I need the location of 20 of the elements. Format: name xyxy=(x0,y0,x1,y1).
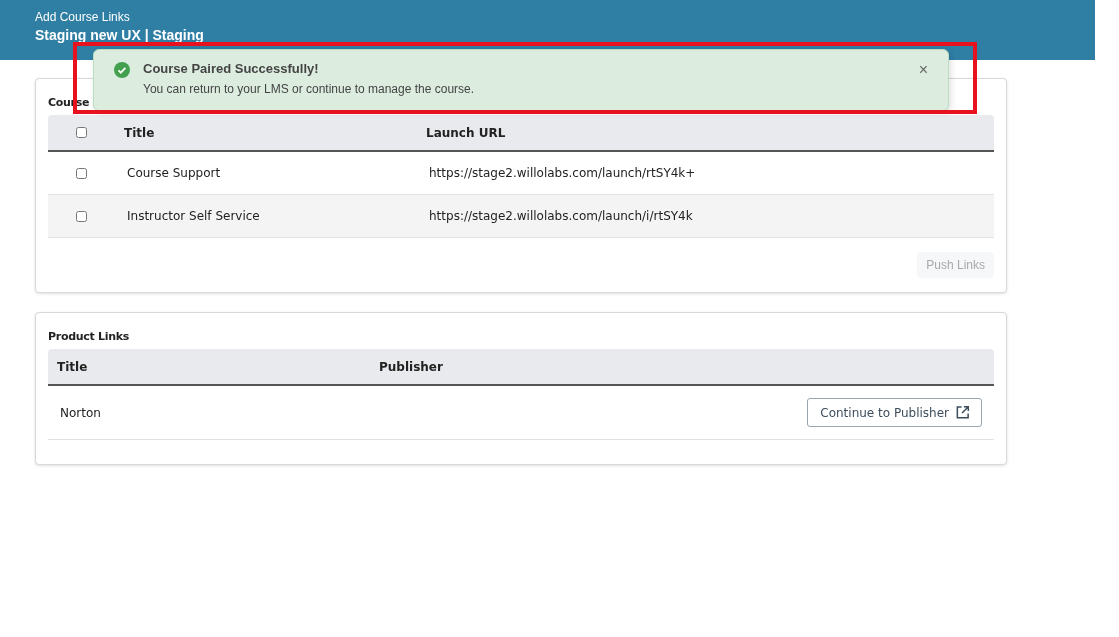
table-cell: Norton xyxy=(60,405,101,420)
external-link-icon xyxy=(955,405,970,420)
continue-to-publisher-button[interactable]: Continue to Publisher xyxy=(807,398,982,427)
row-checkbox[interactable] xyxy=(75,210,87,222)
column-header: Publisher xyxy=(379,359,443,374)
select-all-checkbox[interactable] xyxy=(75,127,87,138)
card-heading: Product Links xyxy=(48,330,129,345)
close-button[interactable]: × xyxy=(918,62,928,78)
toast-title: Course Paired Successfully! xyxy=(143,61,319,76)
page-subtitle: Add Course Links xyxy=(35,10,130,24)
table-cell: https://stage2.willolabs.com/launch/rtSY4k+ xyxy=(429,166,696,180)
check-circle-icon xyxy=(114,62,130,78)
table-cell: Course Support xyxy=(127,166,221,180)
column-header: Launch URL xyxy=(426,125,506,140)
column-header: Title xyxy=(57,359,88,374)
table-cell: Instructor Self Service xyxy=(127,209,260,223)
column-header: Title xyxy=(124,125,155,140)
row-checkbox[interactable] xyxy=(75,167,87,179)
toast-message: You can return to your LMS or continue to manage the course. xyxy=(143,82,475,96)
table-cell: https://stage2.willolabs.com/launch/i/rtSY4k xyxy=(429,209,693,223)
